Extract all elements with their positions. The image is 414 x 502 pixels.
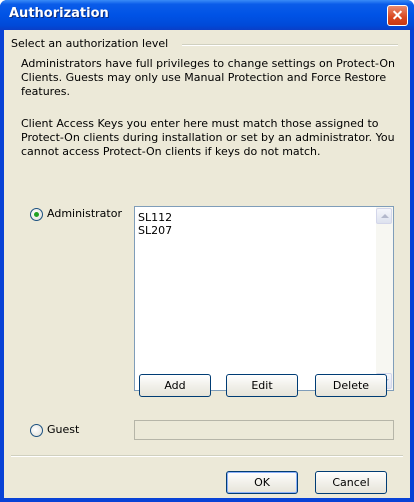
group-label: Select an authorization level	[11, 37, 173, 50]
edit-key-button[interactable]: Edit	[226, 374, 298, 397]
list-item[interactable]: SL112	[138, 211, 172, 224]
title-bar[interactable]: Authorization	[0, 0, 414, 30]
list-scrollbar[interactable]	[376, 207, 393, 390]
access-keys-list[interactable]: SL112 SL207	[134, 206, 394, 391]
guest-radio[interactable]	[30, 424, 43, 437]
privileges-text: Administrators have full privileges to c…	[21, 57, 395, 98]
button-separator	[11, 455, 403, 457]
guest-radio-label[interactable]: Guest	[47, 423, 79, 436]
close-icon[interactable]	[387, 5, 408, 26]
add-key-button[interactable]: Add	[139, 374, 211, 397]
access-keys-text: Client Access Keys you enter here must m…	[21, 117, 395, 158]
administrator-radio-label[interactable]: Administrator	[47, 207, 122, 220]
delete-key-button[interactable]: Delete	[315, 374, 387, 397]
authorization-dialog: Authorization Select an authorization le…	[0, 0, 414, 502]
ok-button[interactable]: OK	[226, 471, 298, 494]
access-keys-items: SL112 SL207	[138, 211, 172, 237]
dialog-body: Select an authorization level Administra…	[4, 30, 410, 498]
guest-key-field	[134, 420, 394, 440]
group-divider	[182, 44, 398, 46]
administrator-radio[interactable]	[30, 208, 43, 221]
scroll-up-icon[interactable]	[376, 208, 392, 224]
dialog-title: Authorization	[9, 6, 109, 21]
cancel-button[interactable]: Cancel	[315, 471, 387, 494]
list-item[interactable]: SL207	[138, 224, 172, 237]
